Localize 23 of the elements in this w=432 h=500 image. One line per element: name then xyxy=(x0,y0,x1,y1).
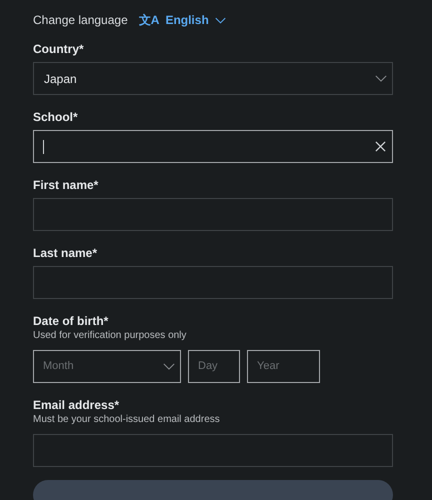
field-label: Email address* xyxy=(33,397,120,413)
field-label: Last name* xyxy=(33,245,98,261)
input-field[interactable] xyxy=(33,198,393,231)
field-label: First name* xyxy=(33,177,100,193)
field-hint: Used for verification purposes only xyxy=(33,329,188,343)
field-label: Country* xyxy=(33,41,85,57)
field-label: School* xyxy=(33,109,79,125)
input-field[interactable] xyxy=(33,266,393,299)
language-label: Change language xyxy=(33,12,128,29)
country-select[interactable]: Japan xyxy=(33,62,393,95)
input-field[interactable] xyxy=(33,434,393,467)
close-icon[interactable] xyxy=(375,141,386,152)
school-field[interactable] xyxy=(33,130,393,163)
chevron-icon xyxy=(375,75,387,82)
chevron-icon xyxy=(214,16,226,24)
field-hint: Must be your school-issued email address xyxy=(33,413,221,427)
field-label: Date of birth* xyxy=(33,313,110,329)
text-cursor xyxy=(43,140,44,154)
language-dropdown[interactable]: 文A English xyxy=(138,11,226,29)
chevron-icon xyxy=(163,363,175,370)
date-input[interactable]: Day xyxy=(188,350,240,383)
month-select[interactable]: Month xyxy=(33,350,181,383)
date-input[interactable]: Year xyxy=(247,350,320,383)
